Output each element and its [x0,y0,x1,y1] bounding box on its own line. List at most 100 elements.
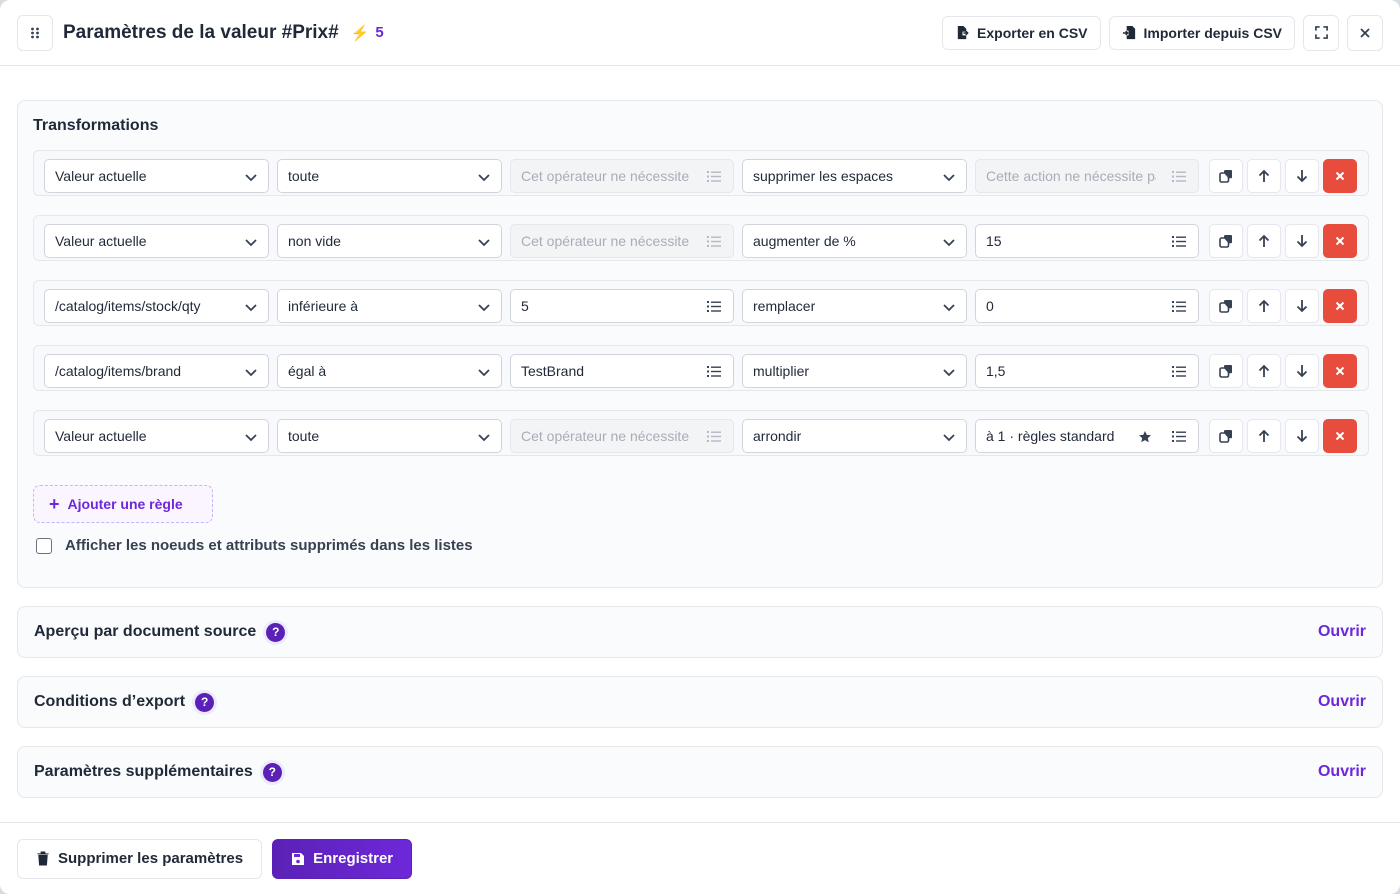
rule-row: Valeur actuelle toute Cet opérateur ne néc… [33,410,1369,456]
chevron-down-icon [943,239,955,247]
chevron-down-icon [245,304,257,312]
show-deleted-label: Afficher les noeuds et attributs supprim… [65,537,473,554]
operator-value: non vide [288,233,341,249]
operator-select[interactable]: toute [277,419,502,453]
source-select[interactable]: /catalog/items/stock/qty [44,289,269,323]
source-value: /catalog/items/stock/qty [55,298,201,314]
move-down-button[interactable] [1285,289,1319,323]
settings-modal: Paramètres de la valeur #Prix# ⚡ 5 Expor… [0,0,1400,894]
list-icon[interactable] [1172,170,1186,183]
delete-rule-button[interactable] [1323,354,1357,388]
list-icon[interactable] [1172,300,1186,313]
action-select[interactable]: augmenter de % [742,224,967,258]
operator-select[interactable]: inférieure à [277,289,502,323]
move-up-button[interactable] [1247,224,1281,258]
section-title: Aperçu par document source [34,623,257,640]
condition-value-input[interactable]: TestBrand [510,354,734,388]
list-icon[interactable] [707,365,721,378]
duplicate-rule-button[interactable] [1209,224,1243,258]
list-icon[interactable] [707,170,721,183]
source-select[interactable]: Valeur actuelle [44,419,269,453]
show-deleted-checkbox[interactable] [36,537,52,554]
move-down-button[interactable] [1285,354,1319,388]
help-icon[interactable]: ? [266,622,286,642]
source-value: Valeur actuelle [55,168,147,184]
delete-rule-button[interactable] [1323,419,1357,453]
rule-row: /catalog/items/brand égal à TestBrand multi… [33,345,1369,391]
duplicate-rule-button[interactable] [1209,289,1243,323]
chevron-down-icon [478,369,490,377]
list-icon[interactable] [1172,430,1186,443]
move-down-button[interactable] [1285,159,1319,193]
action-select[interactable]: remplacer [742,289,967,323]
action-param-input[interactable]: à 1 · règles standard [975,419,1199,453]
open-link[interactable]: Ouvrir [1318,763,1366,781]
action-param-input[interactable]: 15 [975,224,1199,258]
section-extra-settings[interactable]: Paramètres supplémentaires ? Ouvrir [17,746,1383,798]
modal-footer: Supprimer les paramètres Enregistrer [0,822,1400,894]
delete-settings-button[interactable]: Supprimer les paramètres [17,838,263,879]
star-icon[interactable] [1138,430,1152,444]
list-icon[interactable] [707,430,721,443]
condition-value-input: Cet opérateur ne nécessite pas de valeur [510,159,734,193]
action-param-input[interactable]: 0 [975,289,1199,323]
action-value: augmenter de % [753,233,856,249]
duplicate-rule-button[interactable] [1209,354,1243,388]
source-select[interactable]: /catalog/items/brand [44,354,269,388]
export-csv-button[interactable]: Exporter en CSV [942,15,1101,50]
chevron-down-icon [478,434,490,442]
section-source-preview[interactable]: Aperçu par document source ? Ouvrir [17,606,1383,658]
chevron-down-icon [943,434,955,442]
delete-rule-button[interactable] [1323,224,1357,258]
close-button[interactable] [1347,14,1383,51]
operator-select[interactable]: toute [277,159,502,193]
open-link[interactable]: Ouvrir [1318,623,1366,641]
move-down-button[interactable] [1285,419,1319,453]
help-icon[interactable]: ? [262,762,282,782]
source-select[interactable]: Valeur actuelle [44,224,269,258]
operator-select[interactable]: non vide [277,224,502,258]
fullscreen-button[interactable] [1303,14,1339,51]
close-icon [1335,171,1345,181]
page-title: Paramètres de la valeur #Prix# [63,21,339,43]
move-up-button[interactable] [1247,159,1281,193]
chevron-down-icon [478,174,490,182]
list-icon[interactable] [707,300,721,313]
action-param-input[interactable]: 1,5 [975,354,1199,388]
list-icon[interactable] [707,235,721,248]
add-rule-button[interactable]: + Ajouter une règle [33,485,213,523]
close-icon [1360,27,1370,38]
action-value: arrondir [753,428,802,444]
help-icon[interactable]: ? [195,692,215,712]
move-down-button[interactable] [1285,224,1319,258]
save-button[interactable]: Enregistrer [272,838,413,879]
operator-select[interactable]: égal à [277,354,502,388]
source-value: Valeur actuelle [55,428,147,444]
list-icon[interactable] [1172,365,1186,378]
action-select[interactable]: supprimer les espaces [742,159,967,193]
action-select[interactable]: multiplier [742,354,967,388]
open-link[interactable]: Ouvrir [1318,693,1366,711]
move-up-button[interactable] [1247,419,1281,453]
delete-rule-button[interactable] [1323,289,1357,323]
move-up-button[interactable] [1247,354,1281,388]
action-value: supprimer les espaces [753,168,894,184]
transformations-title: Transformations [33,117,159,134]
source-value: Valeur actuelle [55,233,147,249]
action-select[interactable]: arrondir [742,419,967,453]
delete-rule-button[interactable] [1323,159,1357,193]
delete-settings-label: Supprimer les paramètres [58,850,244,867]
rule-row: Valeur actuelle non vide Cet opérateur ne … [33,215,1369,261]
source-select[interactable]: Valeur actuelle [44,159,269,193]
section-export-conditions[interactable]: Conditions d’export ? Ouvrir [17,676,1383,728]
file-export-icon [957,25,969,40]
import-csv-button[interactable]: Importer depuis CSV [1108,15,1295,50]
duplicate-rule-button[interactable] [1209,159,1243,193]
duplicate-rule-button[interactable] [1209,419,1243,453]
action-param-value: Cette action ne nécessite pas de paramèt… [986,168,1156,184]
list-icon[interactable] [1172,235,1186,248]
chevron-down-icon [245,239,257,247]
condition-value-input[interactable]: 5 [510,289,734,323]
drag-handle[interactable] [17,14,53,51]
move-up-button[interactable] [1247,289,1281,323]
